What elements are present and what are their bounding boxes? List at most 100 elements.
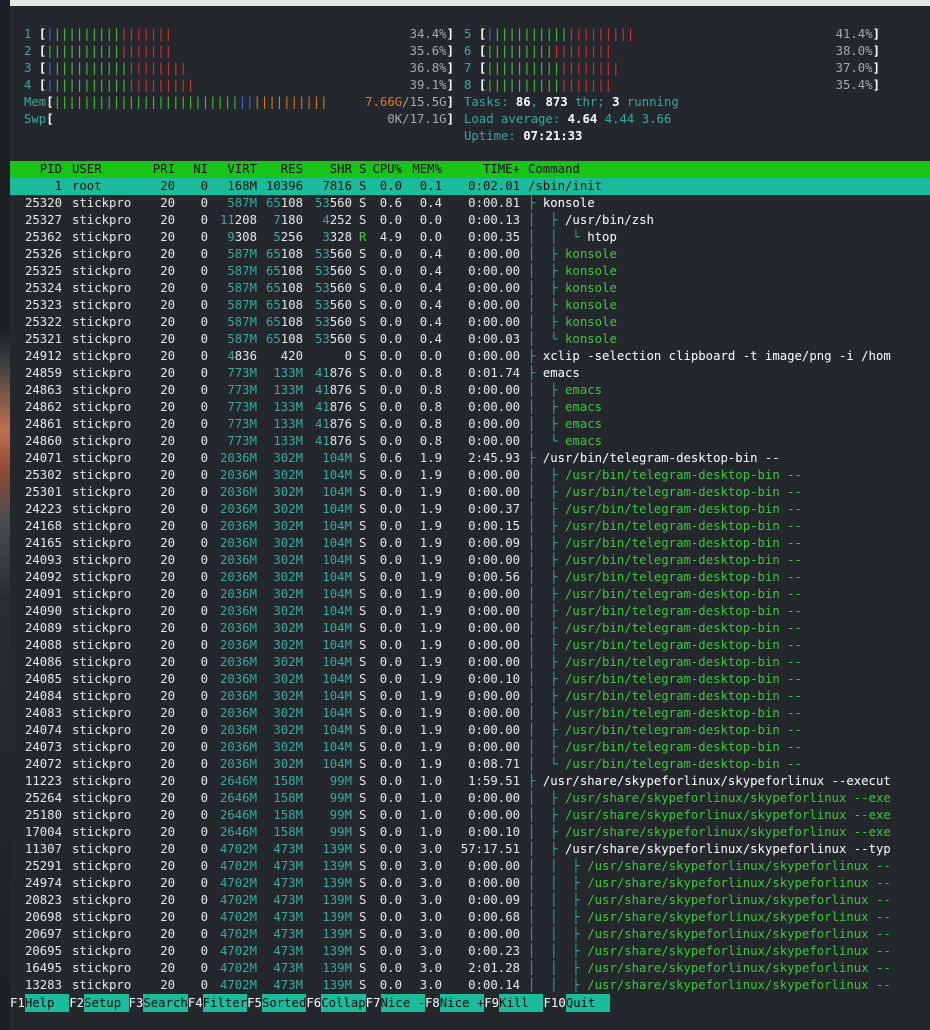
running-label: running bbox=[619, 95, 679, 109]
column-header-mem[interactable]: MEM% bbox=[412, 161, 442, 178]
fkey-label-f6[interactable]: Collap bbox=[321, 994, 366, 1012]
process-row[interactable]: 25291 stickpro 20 0 4702M 473M 139M S 0.0 3.0 0:00… bbox=[10, 858, 930, 875]
command-cell: │ ├ /usr/bin/telegram-desktop-bin -- bbox=[528, 586, 802, 603]
process-row[interactable]: 25180 stickpro 20 0 2646M 158M 99M S 0.0 1.0 0:00.… bbox=[10, 807, 930, 824]
process-row[interactable]: 24093 stickpro 20 0 2036M 302M 104M S 0.0 1.9 0:00… bbox=[10, 552, 930, 569]
command-cell: │ ├ /usr/bin/telegram-desktop-bin -- bbox=[528, 552, 802, 569]
process-row[interactable]: 24861 stickpro 20 0 773M 133M 41876 S 0.0 0.8 0:00… bbox=[10, 416, 930, 433]
cell-mem: 1.9 bbox=[419, 553, 442, 567]
fkey-label-f4[interactable]: Filter bbox=[202, 994, 248, 1012]
process-row[interactable]: 25323 stickpro 20 0 587M 65108 53560 S 0.0 0.4 0:0… bbox=[10, 297, 930, 314]
value-thousands: 4 bbox=[227, 349, 235, 363]
process-row[interactable]: 25302 stickpro 20 0 2036M 302M 104M S 0.0 1.9 0:00… bbox=[10, 467, 930, 484]
process-row[interactable]: 20695 stickpro 20 0 4702M 473M 139M S 0.0 3.0 0:00… bbox=[10, 943, 930, 960]
process-row[interactable]: 24168 stickpro 20 0 2036M 302M 104M S 0.0 1.9 0:00… bbox=[10, 518, 930, 535]
process-row[interactable]: 25325 stickpro 20 0 587M 65108 53560 S 0.0 0.4 0:0… bbox=[10, 263, 930, 280]
column-header-cpu[interactable]: CPU% bbox=[372, 161, 402, 178]
fkey-label-f5[interactable]: Sorted bbox=[261, 994, 307, 1012]
cell-shr: 41876 bbox=[315, 433, 352, 450]
cell-virt: 4702M bbox=[219, 859, 257, 873]
command-text: xclip -selection clipboard -t image/png … bbox=[542, 349, 891, 363]
process-row[interactable]: 24074 stickpro 20 0 2036M 302M 104M S 0.0 1.9 0:00… bbox=[10, 722, 930, 739]
process-row[interactable]: 24090 stickpro 20 0 2036M 302M 104M S 0.0 1.9 0:00… bbox=[10, 603, 930, 620]
fkey-label-f9[interactable]: Kill bbox=[499, 994, 544, 1012]
process-row[interactable]: 25321 stickpro 20 0 587M 65108 53560 S 0.0 0.4 0:0… bbox=[10, 331, 930, 348]
meter-bracket-open: [ bbox=[38, 61, 47, 75]
process-row[interactable]: 20823 stickpro 20 0 4702M 473M 139M S 0.0 3.0 0:00… bbox=[10, 892, 930, 909]
process-row[interactable]: 24863 stickpro 20 0 773M 133M 41876 S 0.0 0.8 0:00… bbox=[10, 382, 930, 399]
process-row[interactable]: 24089 stickpro 20 0 2036M 302M 104M S 0.0 1.9 0:00… bbox=[10, 620, 930, 637]
cell-res: 302M bbox=[273, 536, 303, 550]
process-row[interactable]: 24092 stickpro 20 0 2036M 302M 104M S 0.0 1.9 0:00… bbox=[10, 569, 930, 586]
fkey-label-f2[interactable]: Setup bbox=[84, 994, 129, 1012]
value-units: 252 bbox=[329, 213, 352, 227]
cell-pri: 20 bbox=[160, 400, 175, 414]
process-row[interactable]: 25320 stickpro 20 0 587M 65108 53560 S 0.6 0.4 0:0… bbox=[10, 195, 930, 212]
process-table-header[interactable]: PID USER PRI NI VIRT RES SHR S CPU% MEM% TIME+ Comm… bbox=[10, 161, 930, 178]
cell-shr: 104M bbox=[322, 451, 352, 465]
tree-branch: │ │ └ bbox=[528, 230, 588, 244]
column-header-pri[interactable]: PRI bbox=[153, 161, 175, 178]
process-row[interactable]: 24860 stickpro 20 0 773M 133M 41876 S 0.0 0.8 0:00… bbox=[10, 433, 930, 450]
process-row[interactable]: 24859 stickpro 20 0 773M 133M 41876 S 0.0 0.8 0:01… bbox=[10, 365, 930, 382]
process-row[interactable]: 11307 stickpro 20 0 4702M 473M 139M S 0.0 3.0 57:1… bbox=[10, 841, 930, 858]
fkey-label-f10[interactable]: Quit bbox=[565, 994, 611, 1012]
column-header-shr[interactable]: SHR bbox=[330, 161, 352, 178]
process-row[interactable]: 24072 stickpro 20 0 2036M 302M 104M S 0.0 1.9 0:08… bbox=[10, 756, 930, 773]
process-row[interactable]: 24088 stickpro 20 0 2036M 302M 104M S 0.0 1.9 0:00… bbox=[10, 637, 930, 654]
process-row[interactable]: 16495 stickpro 20 0 4702M 473M 139M S 0.0 3.0 2:01… bbox=[10, 960, 930, 977]
process-row[interactable]: 25322 stickpro 20 0 587M 65108 53560 S 0.0 0.4 0:0… bbox=[10, 314, 930, 331]
mem-usage-bar: ||||||||||||||||||||||||||||||||||||| bbox=[54, 94, 328, 111]
fkey-label-f3[interactable]: Search bbox=[143, 994, 188, 1012]
process-row[interactable]: 24083 stickpro 20 0 2036M 302M 104M S 0.0 1.9 0:00… bbox=[10, 705, 930, 722]
process-row[interactable]: 25326 stickpro 20 0 587M 65108 53560 S 0.0 0.4 0:0… bbox=[10, 246, 930, 263]
process-row[interactable]: 24085 stickpro 20 0 2036M 302M 104M S 0.0 1.9 0:00… bbox=[10, 671, 930, 688]
column-header-ni[interactable]: NI bbox=[193, 161, 208, 178]
process-row[interactable]: 20697 stickpro 20 0 4702M 473M 139M S 0.0 3.0 0:00… bbox=[10, 926, 930, 943]
column-header-user[interactable]: USER bbox=[72, 161, 102, 178]
process-row[interactable]: 11223 stickpro 20 0 2646M 158M 99M S 0.0 1.0 1:59.… bbox=[10, 773, 930, 790]
command-cell: ├ emacs bbox=[528, 365, 580, 382]
command-cell: ├ xclip -selection clipboard -t image/pn… bbox=[528, 348, 891, 365]
process-row[interactable]: 24912 stickpro 20 0 4836 420 0 S 0.0 0.0 0:00.00 ├ … bbox=[10, 348, 930, 365]
process-row[interactable]: 24071 stickpro 20 0 2036M 302M 104M S 0.6 1.9 2:45… bbox=[10, 450, 930, 467]
process-row[interactable]: 25264 stickpro 20 0 2646M 158M 99M S 0.0 1.0 0:00.… bbox=[10, 790, 930, 807]
process-row[interactable]: 25324 stickpro 20 0 587M 65108 53560 S 0.0 0.4 0:0… bbox=[10, 280, 930, 297]
column-header-virt[interactable]: VIRT bbox=[227, 161, 257, 178]
column-header-cmd[interactable]: Command bbox=[528, 161, 580, 178]
process-row[interactable]: 24974 stickpro 20 0 4702M 473M 139M S 0.0 3.0 0:00… bbox=[10, 875, 930, 892]
fkey-label-f1[interactable]: Help bbox=[24, 994, 70, 1012]
command-text: konsole bbox=[565, 332, 617, 346]
process-row[interactable]: 25327 stickpro 20 0 11208 7180 4252 S 0.0 0.0 0:00… bbox=[10, 212, 930, 229]
process-row[interactable]: 24086 stickpro 20 0 2036M 302M 104M S 0.0 1.9 0:00… bbox=[10, 654, 930, 671]
process-row[interactable]: 17004 stickpro 20 0 2646M 158M 99M S 0.0 1.0 0:00.… bbox=[10, 824, 930, 841]
process-row[interactable]: 24165 stickpro 20 0 2036M 302M 104M S 0.0 1.9 0:00… bbox=[10, 535, 930, 552]
process-row[interactable]: 24084 stickpro 20 0 2036M 302M 104M S 0.0 1.9 0:00… bbox=[10, 688, 930, 705]
command-text: /usr/bin/telegram-desktop-bin -- bbox=[565, 706, 802, 720]
column-header-res[interactable]: RES bbox=[281, 161, 303, 178]
fkey-label-f7[interactable]: Nice - bbox=[380, 994, 425, 1012]
column-header-time[interactable]: TIME+ bbox=[483, 161, 520, 178]
process-row[interactable]: 25301 stickpro 20 0 2036M 302M 104M S 0.0 1.9 0:00… bbox=[10, 484, 930, 501]
bar-system: ||||||| bbox=[120, 44, 173, 58]
cell-user: stickpro bbox=[72, 383, 132, 397]
tree-branch: │ ├ bbox=[528, 638, 566, 652]
cell-res: 65108 bbox=[266, 280, 303, 297]
column-header-s[interactable]: S bbox=[359, 161, 366, 178]
process-row[interactable]: 13283 stickpro 20 0 4702M 473M 139M S 0.0 3.0 0:00… bbox=[10, 977, 930, 994]
htop-terminal[interactable]: 1[||||||||||||||||| 34.4%] 2[|||||||||||||… bbox=[10, 6, 930, 1030]
process-row[interactable]: 1 root 20 0 168M 10396 7816 S 0.0 0.1 0:02.01/sbin… bbox=[10, 178, 930, 195]
command-text: /sbin/init bbox=[528, 179, 603, 193]
process-row[interactable]: 24091 stickpro 20 0 2036M 302M 104M S 0.0 1.9 0:00… bbox=[10, 586, 930, 603]
process-row[interactable]: 24223 stickpro 20 0 2036M 302M 104M S 0.0 1.9 0:00… bbox=[10, 501, 930, 518]
process-row[interactable]: 25362 stickpro 20 0 9308 5256 3328 R 4.9 0.0 0:00.… bbox=[10, 229, 930, 246]
mem-label: Mem bbox=[24, 95, 47, 109]
process-row[interactable]: 20698 stickpro 20 0 4702M 473M 139M S 0.0 3.0 0:00… bbox=[10, 909, 930, 926]
process-row[interactable]: 24073 stickpro 20 0 2036M 302M 104M S 0.0 1.9 0:00… bbox=[10, 739, 930, 756]
column-header-pid[interactable]: PID bbox=[40, 161, 62, 178]
process-row[interactable]: 24862 stickpro 20 0 773M 133M 41876 S 0.0 0.8 0:00… bbox=[10, 399, 930, 416]
cell-res: 473M bbox=[273, 978, 303, 992]
cell-time: 0:08.71 bbox=[468, 757, 520, 771]
fkey-label-f8[interactable]: Nice + bbox=[439, 994, 485, 1012]
cell-mem: 1.9 bbox=[419, 451, 442, 465]
